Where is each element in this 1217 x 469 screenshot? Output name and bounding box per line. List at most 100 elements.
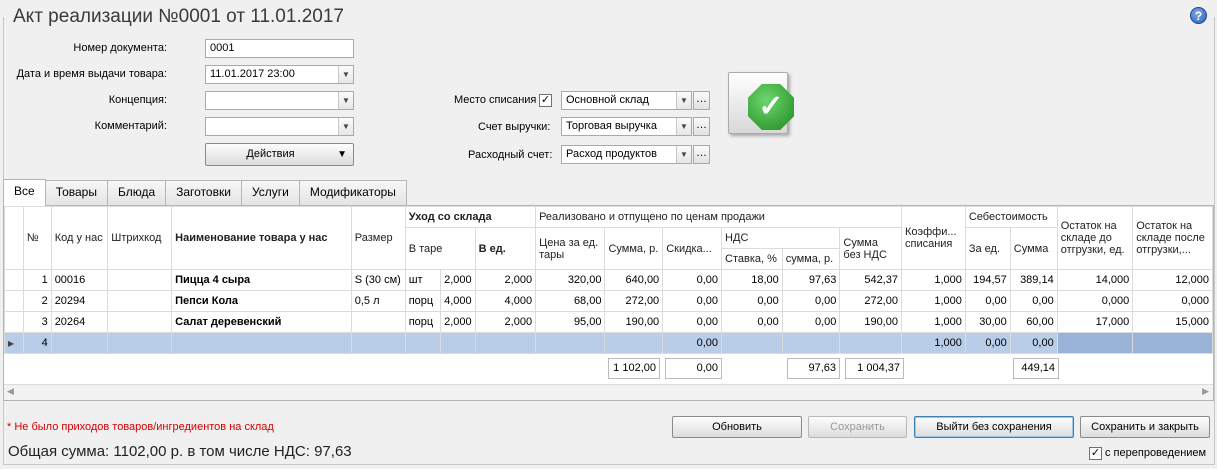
col-vat-sum[interactable]: сумма, р. (781, 248, 841, 270)
col-stock-before[interactable]: Остаток на складе до отгрузки, ед. (1056, 206, 1134, 270)
tab-modifiers[interactable]: Модификаторы (298, 180, 407, 205)
col-size[interactable]: Размер (350, 206, 406, 270)
col-price[interactable]: Цена за ед. тары (535, 227, 606, 270)
cell-code[interactable] (50, 332, 109, 354)
cell-barcode[interactable] (107, 311, 173, 333)
chevron-down-icon[interactable]: ▼ (338, 92, 353, 109)
col-amount[interactable]: Сумма, р. (604, 227, 664, 270)
cell-amount[interactable]: 640,00 (604, 269, 664, 291)
cell-code[interactable]: 20264 (50, 311, 109, 333)
help-icon[interactable]: ? (1190, 7, 1207, 24)
cell-code[interactable]: 20294 (50, 290, 109, 312)
cell-coef[interactable]: 1,000 (900, 290, 966, 312)
cell-amount[interactable] (604, 332, 664, 354)
cell-vat-sum[interactable]: 97,63 (781, 269, 841, 291)
tab-services[interactable]: Услуги (240, 180, 300, 205)
col-name[interactable]: Наименование товара у нас (171, 206, 352, 270)
cell-price[interactable]: 68,00 (535, 290, 606, 312)
cell-name[interactable]: Пицца 4 сыра (171, 269, 352, 291)
cell-size[interactable]: S (30 см) (350, 269, 406, 291)
cell-units[interactable] (474, 332, 537, 354)
cell-units[interactable]: 2,000 (474, 311, 537, 333)
scroll-right-icon[interactable]: ▶ (1202, 386, 1209, 397)
chevron-down-icon[interactable]: ▼ (338, 66, 353, 83)
table-row[interactable]: 3 20264 Салат деревенский порц 2,000 2,000 95,… (4, 311, 1213, 333)
cell-tare[interactable]: 2,000 (439, 269, 476, 291)
cell-stock-after[interactable]: 15,000 (1132, 311, 1213, 333)
col-sum-no-vat[interactable]: Сумма без НДС (839, 227, 902, 270)
save-button[interactable]: Сохранить (808, 416, 907, 438)
more-icon[interactable]: … (693, 91, 710, 110)
cell-vat-rate[interactable]: 0,00 (721, 311, 783, 333)
cell-code[interactable]: 00016 (50, 269, 109, 291)
col-cost-unit[interactable]: За ед. (964, 227, 1011, 270)
cell-num[interactable]: 4 (22, 332, 52, 354)
tab-goods[interactable]: Товары (44, 180, 108, 205)
row-indicator[interactable]: ▶ (4, 332, 24, 354)
save-and-close-button[interactable]: Сохранить и закрыть (1080, 416, 1210, 438)
cell-cost-unit[interactable]: 30,00 (964, 311, 1011, 333)
cell-unit[interactable]: шт (404, 269, 441, 291)
col-num[interactable]: № (22, 206, 52, 270)
actions-button[interactable]: Действия ▼ (205, 143, 354, 166)
cell-unit[interactable]: порц (404, 311, 441, 333)
concept-select[interactable]: ▼ (205, 91, 354, 110)
cell-barcode[interactable] (107, 332, 173, 354)
cell-cost-sum[interactable]: 0,00 (1009, 290, 1058, 312)
col-discount[interactable]: Скидка... (662, 227, 723, 270)
writeoff-place-checkbox[interactable]: ✓ (539, 94, 552, 107)
col-barcode[interactable]: Штрихкод (107, 206, 173, 270)
cell-name[interactable]: Пепси Кола (171, 290, 352, 312)
cell-vat-sum[interactable] (781, 332, 841, 354)
col-cost-sum[interactable]: Сумма (1009, 227, 1058, 270)
chevron-down-icon[interactable]: ▼ (676, 146, 691, 163)
cell-stock-before[interactable]: 0,000 (1056, 290, 1134, 312)
cell-units[interactable]: 4,000 (474, 290, 537, 312)
cell-vat-rate[interactable]: 0,00 (721, 290, 783, 312)
cell-cost-sum[interactable]: 60,00 (1009, 311, 1058, 333)
cell-tare[interactable] (439, 332, 476, 354)
cell-coef[interactable]: 1,000 (900, 269, 966, 291)
cell-name[interactable]: Салат деревенский (171, 311, 352, 333)
cell-size[interactable]: 0,5 л (350, 290, 406, 312)
col-in-units[interactable]: В ед. (474, 227, 537, 270)
chevron-down-icon[interactable]: ▼ (676, 92, 691, 109)
row-indicator[interactable] (4, 311, 24, 333)
cell-cost-sum[interactable]: 389,14 (1009, 269, 1058, 291)
row-indicator[interactable] (4, 290, 24, 312)
new-row[interactable]: ▶ 4 0,00 1,000 0,00 0,00 (4, 332, 1213, 354)
cell-stock-before[interactable]: 14,000 (1056, 269, 1134, 291)
cell-stock-after[interactable]: 12,000 (1132, 269, 1213, 291)
revenue-account-select[interactable]: Торговая выручка ▼ (561, 117, 692, 136)
cell-unit[interactable] (404, 332, 441, 354)
more-icon[interactable]: … (693, 145, 710, 164)
comment-field[interactable]: ▼ (205, 117, 354, 136)
cell-stock-after[interactable] (1132, 332, 1213, 354)
cell-coef[interactable]: 1,000 (900, 332, 966, 354)
chevron-down-icon[interactable]: ▼ (676, 118, 691, 135)
col-in-tare[interactable]: В таре (404, 227, 476, 270)
cell-vat-sum[interactable]: 0,00 (781, 311, 841, 333)
expense-account-select[interactable]: Расход продуктов ▼ (561, 145, 692, 164)
cell-barcode[interactable] (107, 290, 173, 312)
cell-size[interactable] (350, 311, 406, 333)
doc-number-input[interactable]: 0001 (205, 39, 354, 58)
cell-stock-before[interactable]: 17,000 (1056, 311, 1134, 333)
cell-cost-sum[interactable]: 0,00 (1009, 332, 1058, 354)
col-vat-rate[interactable]: Ставка, % (721, 248, 783, 270)
cell-coef[interactable]: 1,000 (900, 311, 966, 333)
cell-cost-unit[interactable]: 0,00 (964, 290, 1011, 312)
cell-stock-after[interactable]: 0,000 (1132, 290, 1213, 312)
col-code[interactable]: Код у нас (50, 206, 109, 270)
date-field[interactable]: 11.01.2017 23:00 ▼ (205, 65, 354, 84)
cell-price[interactable] (535, 332, 606, 354)
cell-num[interactable]: 2 (22, 290, 52, 312)
cell-amount[interactable]: 272,00 (604, 290, 664, 312)
col-stock-after[interactable]: Остаток на складе после отгрузки,... (1132, 206, 1213, 270)
cell-sum-no-vat[interactable] (839, 332, 902, 354)
repost-checkbox[interactable]: ✓ (1089, 447, 1102, 460)
chevron-down-icon[interactable]: ▼ (338, 118, 353, 135)
cell-price[interactable]: 320,00 (535, 269, 606, 291)
cell-sum-no-vat[interactable]: 190,00 (839, 311, 902, 333)
writeoff-place-select[interactable]: Основной склад ▼ (561, 91, 692, 110)
